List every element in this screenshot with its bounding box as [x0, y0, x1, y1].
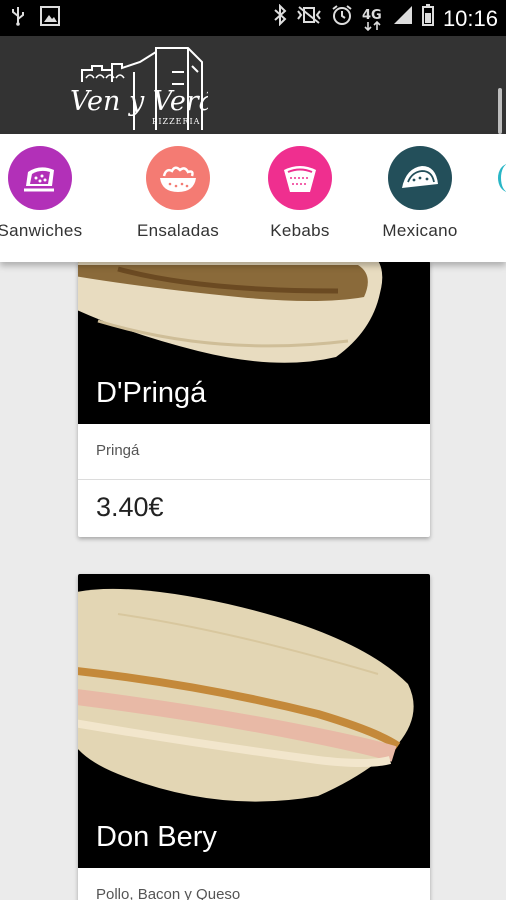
bluetooth-icon	[273, 3, 287, 34]
product-name: Don Bery	[96, 821, 217, 853]
category-label: Mexicano	[382, 221, 458, 240]
product-name: D'Pringá	[96, 377, 207, 409]
product-image: D'Pringá	[78, 261, 430, 424]
category-strip[interactable]: Sanwiches Ensaladas Kebabs Mexicano	[0, 134, 506, 262]
product-image: Don Bery	[78, 574, 430, 868]
brand-logo[interactable]: Ven y Verás PIZZERIA	[68, 42, 208, 130]
category-ensaladas[interactable]: Ensaladas	[118, 146, 238, 241]
scroll-indicator	[498, 88, 502, 134]
image-icon	[40, 6, 60, 34]
logo-subtext: PIZZERIA	[152, 117, 200, 126]
taco-icon	[388, 146, 452, 210]
category-kebabs[interactable]: Kebabs	[240, 146, 360, 241]
alarm-icon	[331, 4, 353, 34]
product-card[interactable]: D'Pringá Pringá 3.40€	[78, 261, 430, 537]
product-card[interactable]: Don Bery Pollo, Bacon y Queso	[78, 574, 430, 900]
category-label: Ensaladas	[136, 221, 220, 240]
next-category-peek[interactable]	[498, 164, 506, 192]
salad-icon	[146, 146, 210, 210]
usb-icon	[10, 6, 26, 34]
sandwich-icon	[8, 146, 72, 210]
category-label: Sanwiches	[0, 221, 83, 240]
clock: 10:16	[442, 6, 498, 31]
category-label: Kebabs	[270, 221, 330, 240]
status-bar: 4G 10:16	[0, 0, 506, 36]
app-header: Ven y Verás PIZZERIA	[0, 36, 506, 134]
battery-icon	[421, 4, 434, 34]
kebab-icon	[268, 146, 332, 210]
product-price: 3.40€	[96, 492, 164, 522]
logo-text: Ven y Verás	[70, 86, 208, 117]
signal-icon	[393, 5, 413, 33]
product-description: Pringá	[78, 424, 430, 480]
category-sanwiches[interactable]: Sanwiches	[0, 146, 100, 241]
network-4g-icon: 4G	[362, 6, 384, 32]
category-mexicano[interactable]: Mexicano	[360, 146, 480, 241]
product-description: Pollo, Bacon y Queso	[78, 868, 430, 900]
vibrate-off-icon	[296, 5, 322, 33]
